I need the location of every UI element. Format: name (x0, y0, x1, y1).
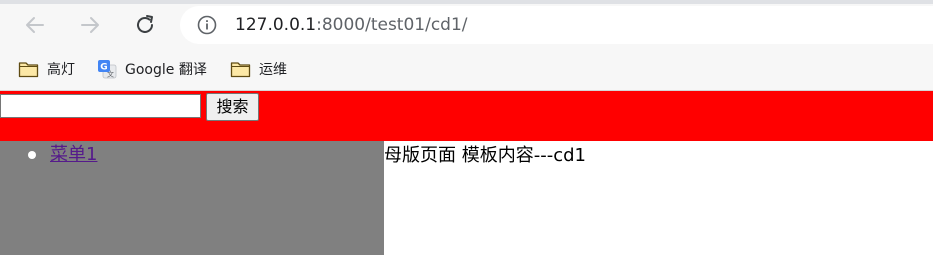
back-arrow-icon (26, 17, 44, 33)
google-translate-icon: G 文 (98, 60, 117, 79)
folder-icon (230, 62, 251, 78)
bookmark-label: 运维 (259, 62, 287, 78)
reload-icon (137, 15, 153, 33)
bullet-icon (28, 151, 36, 159)
bookmarks-bar: 高灯 G 文 Google 翻译 运维 (0, 50, 933, 91)
bookmark-google-translate[interactable]: G 文 Google 翻译 (97, 58, 207, 80)
search-button[interactable]: 搜索 (206, 93, 259, 121)
address-bar[interactable]: 127.0.0.1:8000/test01/cd1/ (180, 6, 933, 44)
menu-item: 菜单1 (28, 143, 97, 167)
page-header: 搜索 (0, 91, 933, 141)
reload-button[interactable] (132, 12, 158, 38)
main-content: 母版页面 模板内容---cd1 (384, 141, 933, 255)
bookmark-label: Google 翻译 (125, 62, 207, 78)
svg-text:文: 文 (107, 70, 114, 79)
search-input[interactable] (0, 94, 201, 118)
bookmark-gaodeng[interactable]: 高灯 (18, 58, 75, 80)
bookmark-label: 高灯 (47, 62, 75, 78)
left-menu: 菜单1 (0, 141, 384, 255)
tab-strip-edge (0, 0, 933, 4)
url-text[interactable]: 127.0.0.1:8000/test01/cd1/ (235, 14, 468, 36)
folder-icon (18, 62, 39, 78)
info-icon[interactable] (197, 15, 217, 35)
browser-toolbar: 127.0.0.1:8000/test01/cd1/ (0, 0, 933, 50)
back-button[interactable] (22, 12, 48, 38)
url-path: :8000/test01/cd1/ (316, 15, 468, 35)
bookmark-yunwei[interactable]: 运维 (230, 58, 287, 80)
menu-link-cd1[interactable]: 菜单1 (50, 143, 97, 167)
url-host: 127.0.0.1 (235, 15, 317, 35)
forward-button[interactable] (77, 12, 103, 38)
forward-arrow-icon (81, 17, 99, 33)
content-text: 母版页面 模板内容---cd1 (384, 145, 586, 166)
